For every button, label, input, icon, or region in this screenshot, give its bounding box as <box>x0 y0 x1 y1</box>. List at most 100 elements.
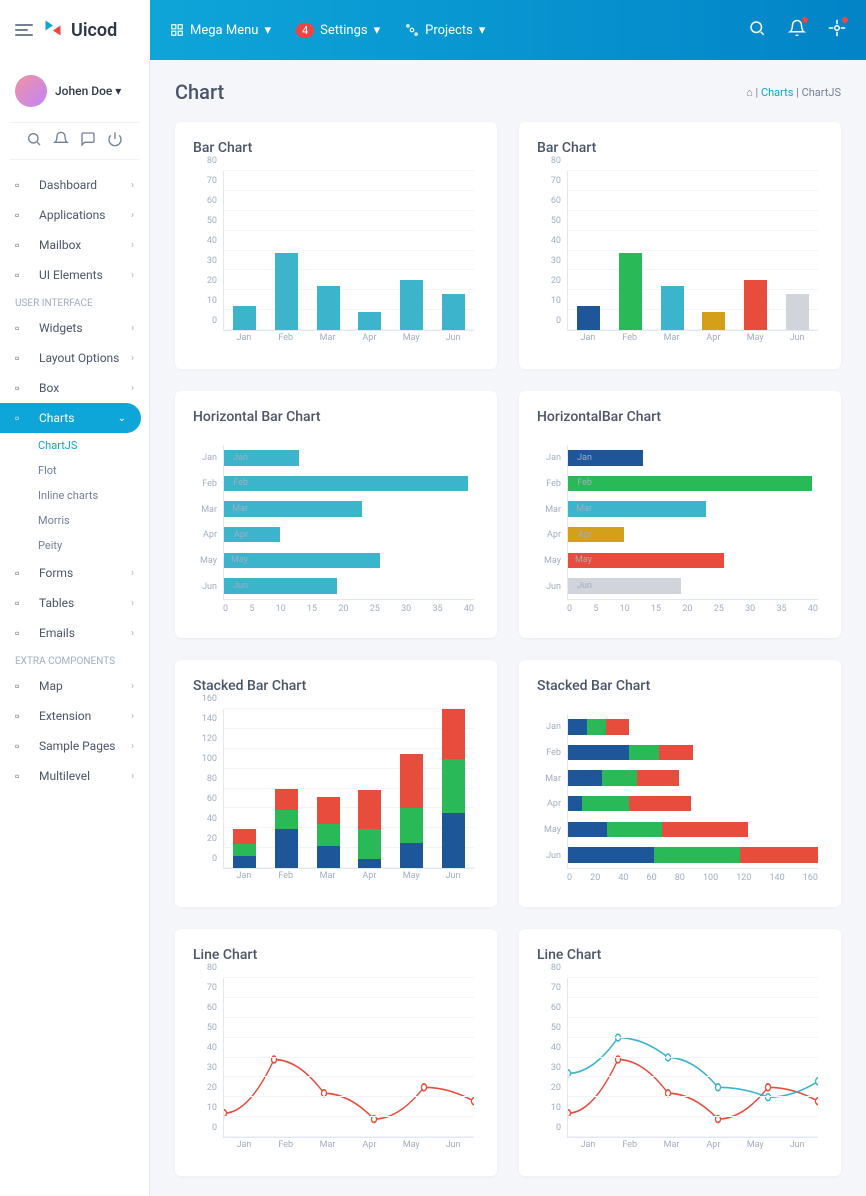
nav-icon: ▫ <box>15 321 31 335</box>
chart-line1: 01020304050607080JanFebMarAprMayJun <box>193 978 479 1158</box>
bell-icon[interactable] <box>53 131 69 151</box>
nav-multilevel[interactable]: ▫Multilevel› <box>0 761 149 791</box>
nav-tables[interactable]: ▫Tables› <box>0 588 149 618</box>
page-title: Chart <box>175 80 224 104</box>
nav-icon: ▫ <box>15 178 31 192</box>
nav-icon: ▫ <box>15 769 31 783</box>
nav-icon: ▫ <box>15 626 31 640</box>
nav-emails[interactable]: ▫Emails› <box>0 618 149 648</box>
chevron-right-icon: › <box>131 210 134 221</box>
nav-box[interactable]: ▫Box› <box>0 373 149 403</box>
settings-dot <box>842 17 848 23</box>
nav-icon: ▫ <box>15 709 31 723</box>
nav-sample-pages[interactable]: ▫Sample Pages› <box>0 731 149 761</box>
chevron-right-icon: › <box>131 741 134 752</box>
nav-group-ui: USER INTERFACE <box>0 290 149 313</box>
chevron-right-icon: › <box>131 628 134 639</box>
search-icon[interactable] <box>748 19 766 41</box>
settings-badge: 4 <box>296 23 314 38</box>
chart-bar1: 01020304050607080JanFebMarAprMayJun <box>193 171 479 351</box>
card-line2: Line Chart 01020304050607080JanFebMarApr… <box>519 929 841 1176</box>
nav-layout-options[interactable]: ▫Layout Options› <box>0 343 149 373</box>
card-bar2: Bar Chart 01020304050607080JanFebMarAprM… <box>519 122 841 369</box>
nav-icon: ▫ <box>15 208 31 222</box>
nav-icon: ▫ <box>15 411 31 425</box>
avatar <box>15 75 47 107</box>
card-title: Bar Chart <box>193 140 479 156</box>
nav-forms[interactable]: ▫Forms› <box>0 558 149 588</box>
menu-toggle-icon[interactable] <box>15 24 33 36</box>
nav-icon: ▫ <box>15 566 31 580</box>
chart-bar2: 01020304050607080JanFebMarAprMayJun <box>537 171 823 351</box>
nav-sub-inline-charts[interactable]: Inline charts <box>0 483 149 508</box>
chart-stack2: 020406080100120140160JanFebMarAprMayJun <box>537 709 823 889</box>
chart-hbar2: JanFebMarAprMayJun0510152025303540JanFeb… <box>537 440 823 620</box>
chevron-down-icon: ▾ <box>479 23 486 38</box>
brand-name: Uicod <box>71 20 117 41</box>
user-menu[interactable]: Johen Doe ▾ <box>0 75 149 122</box>
chevron-right-icon: › <box>131 270 134 281</box>
nav-group-extra: EXTRA COMPONENTS <box>0 648 149 671</box>
card-line1: Line Chart 01020304050607080JanFebMarApr… <box>175 929 497 1176</box>
chevron-right-icon: › <box>131 383 134 394</box>
chevron-right-icon: › <box>131 240 134 251</box>
card-bar1: Bar Chart 01020304050607080JanFebMarAprM… <box>175 122 497 369</box>
chevron-right-icon: › <box>131 568 134 579</box>
chevron-right-icon: › <box>131 711 134 722</box>
nav-sub-chartjs[interactable]: ChartJS <box>0 433 149 458</box>
nav-mailbox[interactable]: ▫Mailbox› <box>0 230 149 260</box>
home-icon[interactable]: ⌂ <box>746 86 753 99</box>
nav-sub-flot[interactable]: Flot <box>0 458 149 483</box>
notification-dot <box>802 17 808 23</box>
brand-logo[interactable]: Uicod <box>43 18 117 43</box>
chart-stack1: 020406080100120140160JanFebMarAprMayJun <box>193 709 479 889</box>
card-title: Line Chart <box>537 947 823 963</box>
card-hbar1: Horizontal Bar Chart JanFebMarAprMayJun0… <box>175 391 497 638</box>
nav-applications[interactable]: ▫Applications› <box>0 200 149 230</box>
nav-widgets[interactable]: ▫Widgets› <box>0 313 149 343</box>
chevron-down-icon: ▾ <box>374 23 381 38</box>
logo-icon <box>43 18 63 43</box>
settings-dropdown[interactable]: 4 Settings ▾ <box>296 23 380 38</box>
card-hbar2: HorizontalBar Chart JanFebMarAprMayJun05… <box>519 391 841 638</box>
card-title: Horizontal Bar Chart <box>193 409 479 425</box>
nav-extension[interactable]: ▫Extension› <box>0 701 149 731</box>
card-title: Line Chart <box>193 947 479 963</box>
nav-icon: ▫ <box>15 739 31 753</box>
sidebar: Johen Doe ▾ ▫Dashboard›▫Applications›▫Ma… <box>0 60 150 1196</box>
chevron-right-icon: › <box>131 353 134 364</box>
card-stack2: Stacked Bar Chart 020406080100120140160J… <box>519 660 841 907</box>
card-stack1: Stacked Bar Chart 020406080100120140160J… <box>175 660 497 907</box>
card-title: Stacked Bar Chart <box>193 678 479 694</box>
chevron-right-icon: › <box>131 681 134 692</box>
nav-icon: ▫ <box>15 351 31 365</box>
chart-line2: 01020304050607080JanFebMarAprMayJun <box>537 978 823 1158</box>
nav-sub-morris[interactable]: Morris <box>0 508 149 533</box>
chevron-right-icon: › <box>131 771 134 782</box>
chevron-right-icon: › <box>131 598 134 609</box>
gear-icon[interactable] <box>828 19 846 41</box>
main-content: Chart ⌂ | Charts | ChartJS Bar Chart 010… <box>150 60 866 1196</box>
crumb-charts[interactable]: Charts <box>761 86 793 99</box>
nav-ui-elements[interactable]: ▫UI Elements› <box>0 260 149 290</box>
power-icon[interactable] <box>107 131 123 151</box>
topbar: Uicod Mega Menu ▾ 4 Settings ▾ Projects … <box>0 0 866 60</box>
mega-menu-dropdown[interactable]: Mega Menu ▾ <box>170 23 271 38</box>
chevron-down-icon: ▾ <box>264 23 271 38</box>
chat-icon[interactable] <box>80 131 96 151</box>
nav-map[interactable]: ▫Map› <box>0 671 149 701</box>
chevron-right-icon: ⌄ <box>118 413 126 424</box>
nav-icon: ▫ <box>15 679 31 693</box>
search-icon[interactable] <box>26 131 42 151</box>
projects-dropdown[interactable]: Projects ▾ <box>405 23 485 38</box>
nav-sub-peity[interactable]: Peity <box>0 533 149 558</box>
nav-icon: ▫ <box>15 381 31 395</box>
card-title: Stacked Bar Chart <box>537 678 823 694</box>
card-title: HorizontalBar Chart <box>537 409 823 425</box>
crumb-current: ChartJS <box>802 86 841 99</box>
chart-hbar1: JanFebMarAprMayJun0510152025303540JanFeb… <box>193 440 479 620</box>
nav-charts[interactable]: ▫Charts⌄ <box>0 403 141 433</box>
bell-icon[interactable] <box>788 19 806 41</box>
nav-dashboard[interactable]: ▫Dashboard› <box>0 170 149 200</box>
nav-icon: ▫ <box>15 268 31 282</box>
